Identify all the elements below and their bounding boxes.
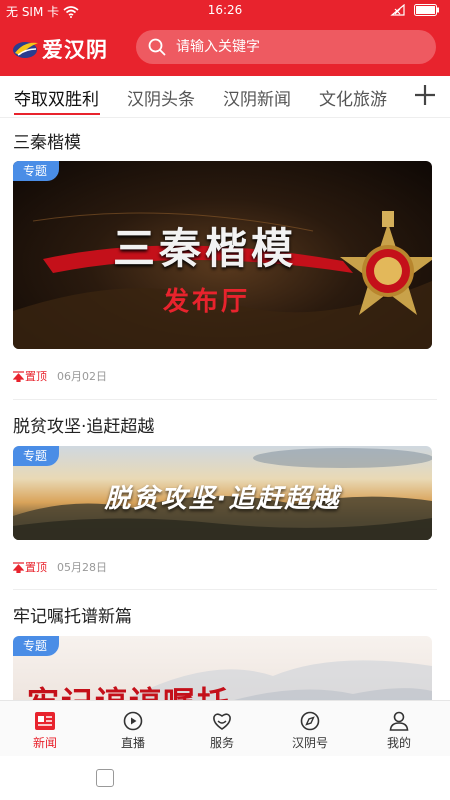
compass-icon [300,711,320,731]
feed-item-title[interactable]: 脱贫攻坚·追赶超越 [13,412,154,437]
search-input[interactable] [176,39,416,55]
battery-icon [414,4,440,16]
feed-item-banner[interactable]: 三秦楷模 发布厅 专题 [13,161,432,349]
service-icon [213,713,231,730]
tab-wenhua-lvyou[interactable]: 文化旅游 [319,85,387,110]
bottom-navigation: 新闻 直播 服务 汉阴号 我的 [0,700,450,756]
nav-news[interactable]: 新闻 [0,701,90,757]
app-bar: 爱汉阴 [0,26,450,70]
banner-headline: 三秦楷模 [113,224,298,273]
tab-duoqu-shuangshengli[interactable]: 夺取双胜利 [14,85,99,110]
feed-item[interactable]: 脱贫攻坚·追赶超越 脱贫攻坚·追赶超越 专题 置顶 05月28日 [0,400,450,590]
feed-item-meta: 置顶 06月02日 [13,368,107,384]
nav-label: 新闻 [32,736,57,750]
search-bar[interactable] [136,30,436,64]
feed-item[interactable]: 三秦楷模 三秦楷模 发布厅 专题 置顶 06月02日 [0,118,450,400]
nav-service[interactable]: 服务 [177,701,267,757]
app-header: 无 SIM 卡 16:26 爱汉阴 [0,0,450,76]
nav-profile[interactable]: 我的 [354,701,444,757]
nav-label: 直播 [120,736,145,750]
topic-tag: 专题 [13,636,60,656]
active-tab-indicator [14,113,100,115]
tab-hanyin-xinwen[interactable]: 汉阴新闻 [223,85,291,110]
system-nav-bar [0,756,450,800]
nav-hanyin-hao[interactable]: 汉阴号 [265,701,355,757]
publish-date: 06月02日 [57,370,107,383]
publish-date: 05月28日 [57,561,107,574]
feed-item-meta: 置顶 05月28日 [13,559,107,575]
tab-hanyin-toutiao[interactable]: 汉阴头条 [127,85,195,110]
logo-mark-icon [13,42,38,58]
app-logo: 爱汉阴 [12,34,108,64]
plus-icon [415,85,435,105]
news-feed: 三秦楷模 三秦楷模 发布厅 专题 置顶 06月02日 脱贫攻坚·追赶超越 脱贫攻… [0,118,450,700]
nav-label: 服务 [209,736,234,750]
nav-label: 汉阴号 [291,736,328,750]
feed-item[interactable]: 牢记嘱托谱新篇 牢记谆谆嘱托 专题 [0,590,450,700]
banner-headline: 脱贫攻坚·追赶超越 [104,484,341,514]
nav-label: 我的 [386,736,411,750]
category-tabs: 夺取双胜利 汉阴头条 汉阴新闻 文化旅游 [0,76,450,118]
status-bar: 无 SIM 卡 16:26 [0,0,450,22]
feed-item-title[interactable]: 三秦楷模 [13,128,81,153]
nav-live[interactable]: 直播 [88,701,178,757]
feed-item-banner[interactable]: 牢记谆谆嘱托 专题 [13,636,432,700]
pin-top-icon [13,370,24,382]
news-icon [35,712,55,730]
user-icon [389,711,409,731]
system-home-button[interactable] [96,769,114,787]
logo-text: 爱汉阴 [42,37,108,62]
no-signal-icon [390,4,406,16]
topic-tag: 专题 [13,446,60,466]
add-channel-button[interactable] [412,82,438,108]
feed-item-title[interactable]: 牢记嘱托谱新篇 [13,602,132,627]
play-icon [123,711,143,731]
banner-headline: 牢记谆谆嘱托 [27,678,231,700]
feed-item-banner[interactable]: 脱贫攻坚·追赶超越 专题 [13,446,432,540]
banner-subheadline: 发布厅 [163,287,251,317]
pin-label: 置顶 [25,370,47,383]
topic-tag: 专题 [13,161,60,181]
search-icon [148,38,166,56]
pin-label: 置顶 [25,561,47,574]
status-time: 16:26 [207,3,243,17]
pin-top-icon [13,561,24,573]
